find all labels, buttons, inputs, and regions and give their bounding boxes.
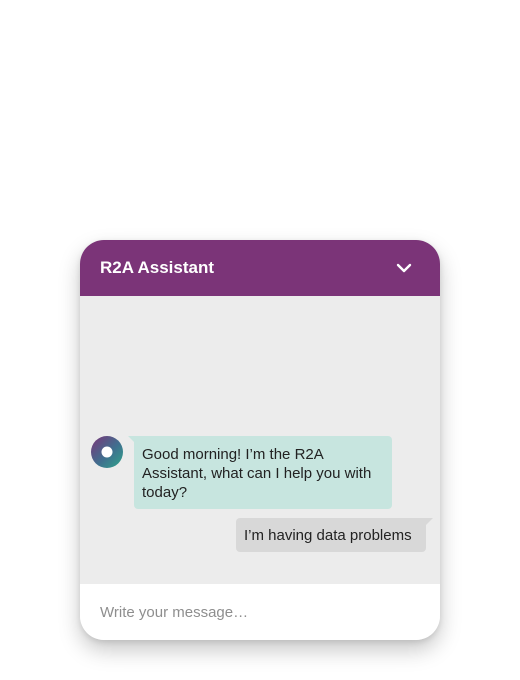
user-message: I’m having data problems: [236, 518, 426, 552]
bot-avatar-icon: [91, 436, 123, 468]
message-input[interactable]: [92, 596, 428, 628]
message-list[interactable]: Good morning! I’m the R2A Assistant, wha…: [80, 296, 440, 584]
chat-widget: R2A Assistant Good morning! I’m the R2A …: [80, 240, 440, 640]
chat-title: R2A Assistant: [100, 258, 214, 277]
page: R2A Assistant Good morning! I’m the R2A …: [0, 0, 520, 680]
chat-header: R2A Assistant: [80, 240, 440, 296]
chevron-down-icon: [396, 263, 412, 273]
message-composer: [80, 584, 440, 640]
user-bubble-tail: [426, 518, 433, 525]
bot-message: Good morning! I’m the R2A Assistant, wha…: [134, 436, 392, 509]
collapse-button[interactable]: [392, 256, 416, 280]
